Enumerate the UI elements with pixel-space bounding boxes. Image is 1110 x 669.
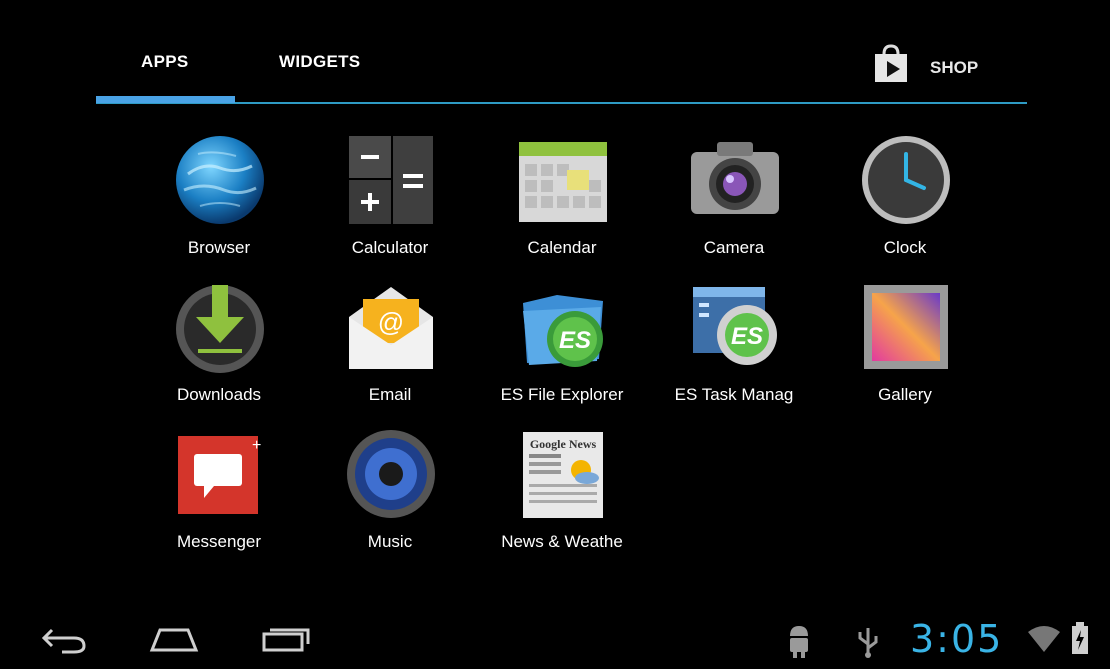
usb-status — [856, 624, 880, 664]
svg-text:ES: ES — [559, 327, 591, 354]
recent-apps-icon — [258, 628, 314, 660]
status-clock: 3:05 — [910, 617, 1004, 661]
back-button[interactable] — [38, 620, 90, 660]
app-label: Downloads — [176, 385, 262, 404]
shop-label: SHOP — [930, 57, 979, 77]
app-label: Browser — [187, 238, 251, 257]
calculator-icon — [345, 134, 437, 226]
news-weather-icon: Google News — [517, 428, 609, 520]
app-label: Messenger — [176, 532, 262, 551]
es-file-explorer-icon: ES — [517, 281, 609, 373]
shop-button[interactable]: SHOP — [872, 44, 978, 89]
music-icon — [345, 428, 437, 520]
downloads-icon — [174, 281, 266, 373]
play-store-bag-icon — [872, 44, 910, 89]
email-icon: @ — [345, 281, 437, 373]
svg-text:+: + — [252, 437, 261, 454]
gallery-icon — [860, 281, 952, 373]
back-arrow-icon — [38, 628, 90, 660]
battery-charging-icon — [1070, 622, 1090, 660]
app-label: Clock — [883, 238, 927, 257]
android-debug-status — [786, 624, 812, 664]
app-label: Calculator — [351, 238, 429, 257]
home-button[interactable] — [146, 620, 202, 660]
es-task-manager-icon: ES — [689, 281, 781, 373]
camera-icon — [689, 134, 781, 226]
messenger-icon: + — [174, 428, 266, 520]
app-label: Camera — [703, 238, 765, 257]
browser-globe-icon — [174, 134, 266, 226]
app-label: Gallery — [878, 385, 932, 404]
app-label: ES Task Manag — [674, 385, 794, 404]
wifi-signal-icon — [1026, 626, 1062, 658]
tab-divider — [96, 102, 1027, 104]
battery-status — [1070, 622, 1090, 662]
clock-icon — [860, 134, 952, 226]
android-robot-icon — [786, 626, 812, 662]
calendar-icon — [517, 134, 609, 226]
usb-icon — [856, 628, 880, 662]
app-label: ES File Explorer — [500, 385, 624, 404]
tab-widgets[interactable]: WIDGETS — [279, 52, 360, 72]
app-label: Music — [367, 532, 413, 551]
app-label: Email — [368, 385, 412, 404]
svg-text:Google News: Google News — [530, 437, 597, 451]
recent-apps-button[interactable] — [258, 620, 314, 660]
wifi-status — [1026, 624, 1062, 664]
tab-selected-indicator — [96, 96, 235, 103]
home-icon — [146, 628, 202, 660]
app-label: Calendar — [527, 238, 597, 257]
app-label: News & Weathe — [501, 532, 623, 551]
tab-apps[interactable]: APPS — [141, 52, 189, 72]
svg-text:@: @ — [378, 307, 404, 337]
svg-text:ES: ES — [731, 323, 763, 350]
